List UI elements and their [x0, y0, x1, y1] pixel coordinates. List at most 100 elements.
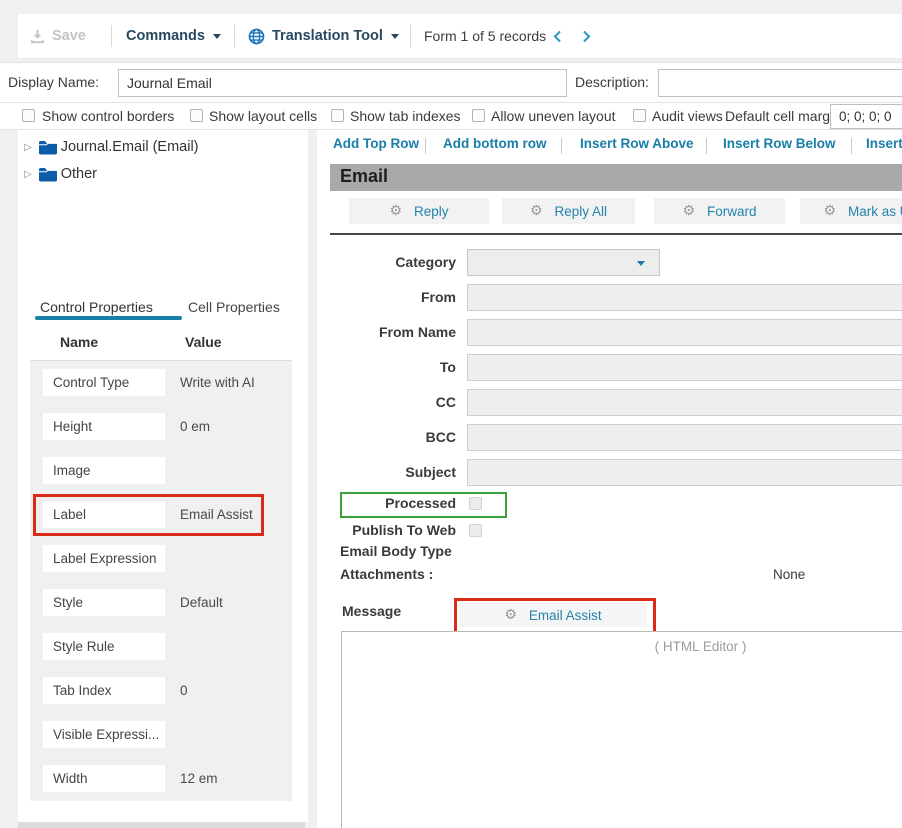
panel-divider — [308, 130, 317, 828]
toolbar-separator — [410, 25, 411, 47]
app-window: Save Commands Translation Tool Form 1 of… — [0, 0, 902, 828]
property-row-visible-expression[interactable]: Visible Expressi... — [30, 713, 292, 757]
property-row-style[interactable]: StyleDefault — [30, 581, 292, 625]
link-separator — [561, 138, 562, 154]
chevron-down-icon — [213, 34, 221, 39]
display-name-input[interactable] — [118, 69, 567, 97]
property-row-label-expression[interactable]: Label Expression — [30, 537, 292, 581]
publish-to-web-checkbox[interactable] — [469, 524, 482, 537]
to-field[interactable] — [467, 354, 902, 381]
category-dropdown[interactable] — [467, 249, 660, 276]
save-button[interactable]: Save — [30, 14, 86, 58]
folder-icon — [38, 140, 57, 155]
section-divider-line — [330, 233, 902, 235]
designer-panel: Add Top Row Add bottom row Insert Row Ab… — [317, 130, 902, 828]
from-field[interactable] — [467, 284, 902, 311]
tree-item-other[interactable]: ▷ Other — [24, 166, 97, 182]
insert-row-link-clipped[interactable]: Insert — [866, 136, 902, 151]
link-separator — [851, 138, 852, 154]
commands-label: Commands — [126, 28, 205, 44]
category-label: Category — [341, 254, 456, 270]
publish-to-web-label: Publish To Web — [341, 522, 456, 538]
translation-tool-button[interactable]: Translation Tool — [248, 14, 399, 58]
show-tab-indexes-label: Show tab indexes — [350, 108, 461, 124]
translation-tool-label: Translation Tool — [272, 28, 383, 44]
toolbar: Save Commands Translation Tool Form 1 of… — [18, 14, 902, 59]
section-header-bar: Email — [330, 164, 902, 191]
property-row-width[interactable]: Width12 em — [30, 757, 292, 801]
show-layout-cells-checkbox[interactable] — [190, 109, 203, 122]
property-row-tab-index[interactable]: Tab Index0 — [30, 669, 292, 713]
processed-checkbox[interactable] — [469, 497, 482, 510]
property-row-image[interactable]: Image — [30, 449, 292, 493]
insert-row-below-link[interactable]: Insert Row Below — [723, 136, 836, 151]
forward-button[interactable]: ⚙Forward — [654, 198, 785, 224]
next-record-button[interactable] — [582, 14, 591, 58]
add-bottom-row-link[interactable]: Add bottom row — [443, 136, 546, 151]
html-editor-area[interactable]: ( HTML Editor ) — [341, 631, 902, 828]
show-tab-indexes-checkbox[interactable] — [331, 109, 344, 122]
toolbar-separator — [111, 25, 112, 47]
active-tab-underline — [35, 316, 182, 320]
gear-icon: ⚙ — [530, 204, 543, 218]
tab-cell-properties[interactable]: Cell Properties — [188, 299, 280, 315]
reply-all-button[interactable]: ⚙Reply All — [502, 198, 635, 224]
show-control-borders-checkbox[interactable] — [22, 109, 35, 122]
show-layout-cells-label: Show layout cells — [209, 108, 317, 124]
property-row-height[interactable]: Height0 em — [30, 405, 292, 449]
description-input[interactable] — [658, 69, 902, 97]
subject-field[interactable] — [467, 459, 902, 486]
cc-label: CC — [341, 394, 456, 410]
label-row-highlight-box — [33, 494, 264, 536]
column-header-name: Name — [60, 334, 98, 350]
from-name-field[interactable] — [467, 319, 902, 346]
chevron-right-icon — [582, 30, 591, 43]
bcc-label: BCC — [341, 429, 456, 445]
insert-row-above-link[interactable]: Insert Row Above — [580, 136, 694, 151]
email-body-type-label: Email Body Type — [340, 543, 452, 559]
description-label: Description: — [575, 74, 649, 90]
cell-margins-input[interactable] — [830, 104, 902, 129]
attachments-label: Attachments : — [340, 566, 433, 582]
allow-uneven-layout-checkbox[interactable] — [472, 109, 485, 122]
commands-menu-button[interactable]: Commands — [126, 14, 221, 58]
section-title: Email — [340, 166, 388, 187]
form-header-row: Display Name: Description: — [0, 62, 902, 103]
tab-control-properties[interactable]: Control Properties — [40, 299, 153, 315]
bcc-field[interactable] — [467, 424, 902, 451]
cc-field[interactable] — [467, 389, 902, 416]
properties-table: Name Value Control TypeWrite with AI Hei… — [30, 326, 292, 801]
property-row-control-type[interactable]: Control TypeWrite with AI — [30, 361, 292, 405]
column-header-value: Value — [185, 334, 222, 350]
audit-views-label: Audit views — [652, 108, 723, 124]
toolbar-separator — [234, 25, 235, 47]
add-top-row-link[interactable]: Add Top Row — [333, 136, 419, 151]
from-label: From — [341, 289, 456, 305]
tree-item-journal-email[interactable]: ▷ Journal.Email (Email) — [24, 139, 199, 155]
gear-icon: ⚙ — [682, 204, 695, 218]
attachments-value: None — [773, 567, 805, 582]
reply-button[interactable]: ⚙Reply — [349, 198, 489, 224]
gear-icon: ⚙ — [389, 204, 402, 218]
tree-item-label: Journal.Email (Email) — [61, 139, 199, 155]
chevron-down-icon — [391, 34, 399, 39]
left-panel: ▷ Journal.Email (Email) ▷ Other Control … — [18, 130, 308, 822]
property-row-style-rule[interactable]: Style Rule — [30, 625, 292, 669]
subject-label: Subject — [341, 464, 456, 480]
globe-icon — [248, 28, 265, 45]
expand-arrow-icon[interactable]: ▷ — [24, 142, 32, 153]
expand-arrow-icon[interactable]: ▷ — [24, 169, 32, 180]
left-panel-bottom-bar — [18, 822, 305, 828]
audit-views-checkbox[interactable] — [633, 109, 646, 122]
save-label: Save — [52, 28, 86, 44]
mark-as-unread-button[interactable]: ⚙Mark as Unr — [800, 198, 902, 224]
link-separator — [425, 138, 426, 154]
to-label: To — [341, 359, 456, 375]
save-download-icon — [30, 29, 45, 44]
chevron-left-icon — [553, 30, 562, 43]
dropdown-caret-icon — [637, 261, 645, 266]
property-row-label[interactable]: LabelEmail Assist — [30, 493, 292, 537]
allow-uneven-layout-label: Allow uneven layout — [491, 108, 616, 124]
record-nav-label: Form 1 of 5 records — [424, 14, 546, 58]
prev-record-button[interactable] — [553, 14, 562, 58]
